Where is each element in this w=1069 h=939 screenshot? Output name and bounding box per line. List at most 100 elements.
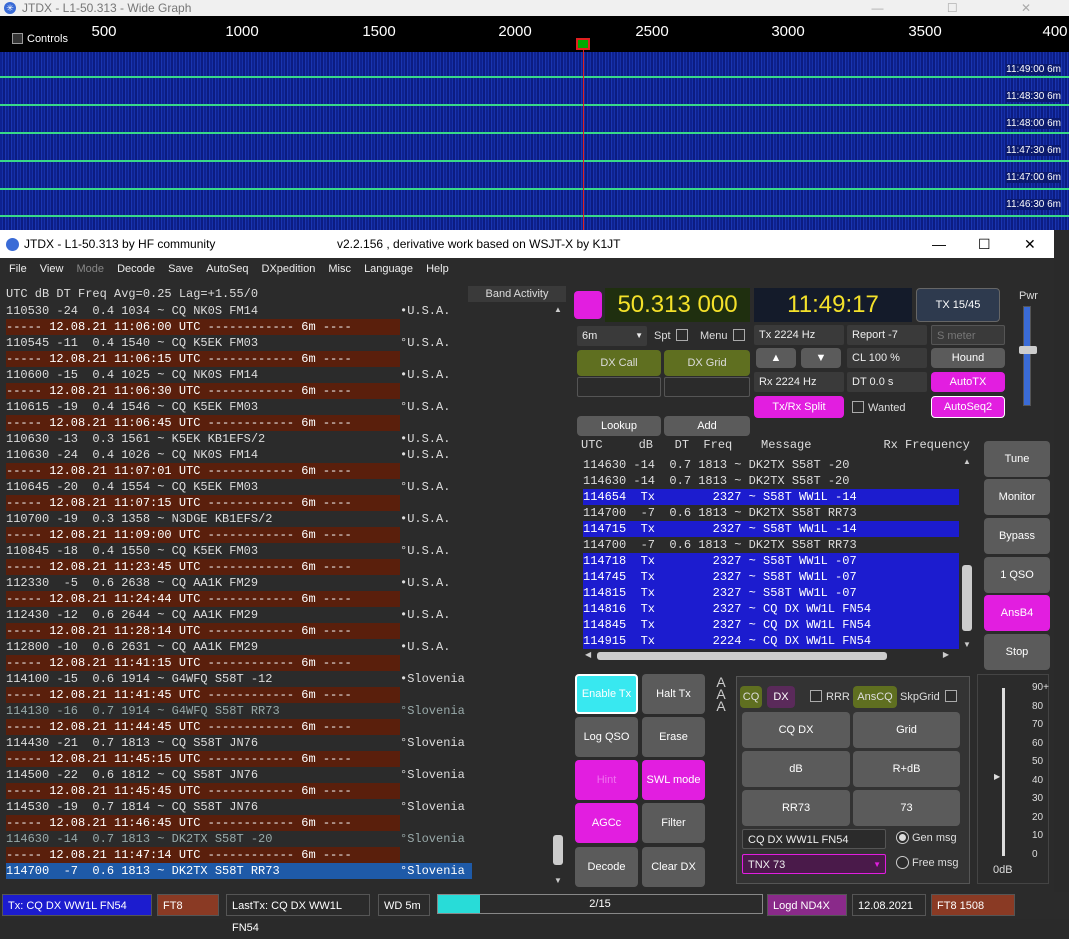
waterfall[interactable]: 11:49:00 6m 11:48:30 6m 11:48:00 6m 11:4… xyxy=(0,52,1069,230)
band-activity-row[interactable]: 114500 -22 0.6 1812 ~ CQ S58T JN76 °Slove… xyxy=(6,767,546,783)
band-activity-button[interactable]: Band Activity xyxy=(468,286,566,302)
band-activity-row[interactable]: 114430 -21 0.7 1813 ~ CQ S58T JN76 °Slove… xyxy=(6,735,546,751)
add-button[interactable]: Add xyxy=(664,416,750,436)
window-buttons[interactable]: — ☐ ✕ xyxy=(872,0,1061,16)
band-activity-row[interactable]: 110645 -20 0.4 1554 ~ CQ K5EK FM03 °U.S.A… xyxy=(6,479,546,495)
band-activity-row[interactable]: 110600 -15 0.4 1025 ~ CQ NK0S FM14 •U.S.A… xyxy=(6,367,546,383)
dx-toggle[interactable]: DX xyxy=(767,686,795,708)
menu-autoseq[interactable]: AutoSeq xyxy=(206,263,248,275)
band-activity-row[interactable]: 110845 -18 0.4 1550 ~ CQ K5EK FM03 °U.S.A… xyxy=(6,543,546,559)
rx-row[interactable]: 114815 Tx 2327 ~ S58T WW1L -07 xyxy=(583,585,959,601)
band-activity-row[interactable]: 114100 -15 0.6 1914 ~ G4WFQ S58T -12 •Slo… xyxy=(6,671,546,687)
gen-msg-field[interactable]: CQ DX WW1L FN54 xyxy=(742,829,886,849)
lookup-button[interactable]: Lookup xyxy=(577,416,661,436)
tx-period-button[interactable]: TX 15/45 xyxy=(916,288,1000,322)
decode-button[interactable]: Decode xyxy=(575,847,638,887)
scrollbar-thumb[interactable] xyxy=(962,565,972,631)
log-qso-button[interactable]: Log QSO xyxy=(575,717,638,757)
gen-msg-radio[interactable]: Gen msg xyxy=(896,831,957,844)
rx-frequency-field[interactable]: Rx 2224 Hz xyxy=(754,372,844,392)
rx-row[interactable]: 114718 Tx 2327 ~ S58T WW1L -07 xyxy=(583,553,959,569)
dx-call-input[interactable] xyxy=(577,377,661,397)
band-activity-list[interactable]: 110530 -24 0.4 1034 ~ CQ NK0S FM14 •U.S.A… xyxy=(6,303,546,883)
skpgrid-checkbox[interactable]: SkpGrid xyxy=(900,690,957,703)
menu-dxpedition[interactable]: DXpedition xyxy=(262,263,316,275)
rx-row[interactable]: 114745 Tx 2327 ~ S58T WW1L -07 xyxy=(583,569,959,585)
tx-frequency-field[interactable]: Tx 2224 Hz xyxy=(754,325,844,345)
rx-row[interactable]: 114700 -7 0.6 1813 ~ DK2TX S58T RR73 xyxy=(583,537,959,553)
cl-field[interactable]: CL 100 % xyxy=(847,348,927,368)
band-activity-row[interactable]: 110630 -13 0.3 1561 ~ K5EK KB1EFS/2 •U.S.… xyxy=(6,431,546,447)
rx-horizontal-scrollbar[interactable]: ◀ ▶ xyxy=(583,650,973,662)
menu-mode[interactable]: Mode xyxy=(77,263,105,275)
rx-row[interactable]: 114715 Tx 2327 ~ S58T WW1L -14 xyxy=(583,521,959,537)
tune-button[interactable]: Tune xyxy=(984,441,1050,477)
rx-row[interactable]: 114630 -14 0.7 1813 ~ DK2TX S58T -20 xyxy=(583,473,959,489)
rr73-button[interactable]: RR73 xyxy=(742,790,850,826)
wanted-checkbox[interactable]: Wanted xyxy=(852,401,906,414)
band-activity-row[interactable]: 110615 -19 0.4 1546 ~ CQ K5EK FM03 °U.S.A… xyxy=(6,399,546,415)
close-icon[interactable]: ✕ xyxy=(1024,230,1036,258)
hound-button[interactable]: Hound xyxy=(931,348,1005,368)
rx-row[interactable]: 114630 -14 0.7 1813 ~ DK2TX S58T -20 xyxy=(583,457,959,473)
rrr-checkbox[interactable]: RRR xyxy=(810,690,850,703)
seventy-three-button[interactable]: 73 xyxy=(853,790,960,826)
band-activity-row[interactable]: 112330 -5 0.6 2638 ~ CQ AA1K FM29 •U.S.A. xyxy=(6,575,546,591)
scrollbar-thumb[interactable] xyxy=(553,835,563,865)
dx-grid-button[interactable]: DX Grid xyxy=(664,350,750,376)
band-activity-row[interactable]: 110530 -24 0.4 1034 ~ CQ NK0S FM14 •U.S.A… xyxy=(6,303,546,319)
rx-frequency-list[interactable]: 114630 -14 0.7 1813 ~ DK2TX S58T -20 1146… xyxy=(583,457,959,649)
autotx-button[interactable]: AutoTX xyxy=(931,372,1005,392)
erase-button[interactable]: Erase xyxy=(642,717,705,757)
scrollbar-thumb[interactable] xyxy=(597,652,887,660)
filter-button[interactable]: Filter xyxy=(642,803,705,843)
r-db-button[interactable]: R+dB xyxy=(853,751,960,787)
cq-toggle[interactable]: CQ xyxy=(740,686,762,708)
agcc-button[interactable]: AGCc xyxy=(575,803,638,843)
down-icon[interactable]: ▼ xyxy=(801,348,841,368)
clear-dx-button[interactable]: Clear DX xyxy=(642,847,705,887)
band-activity-row[interactable]: 114530 -19 0.7 1814 ~ CQ S58T JN76 °Slove… xyxy=(6,799,546,815)
menu-file[interactable]: File xyxy=(9,263,27,275)
menu-save[interactable]: Save xyxy=(168,263,193,275)
band-activity-row[interactable]: 114700 -7 0.6 1813 ~ DK2TX S58T RR73 °Slo… xyxy=(6,863,472,879)
report-field[interactable]: Report -7 xyxy=(847,325,927,345)
autoseq2-button[interactable]: AutoSeq2 xyxy=(931,396,1005,418)
free-msg-select[interactable]: TNX 73 ▼ xyxy=(742,854,886,874)
band-activity-scrollbar[interactable]: ▲ ▼ xyxy=(552,305,564,885)
ansb4-button[interactable]: AnsB4 xyxy=(984,595,1050,631)
up-icon[interactable]: ▲ xyxy=(756,348,796,368)
rx-row[interactable]: 114700 -7 0.6 1813 ~ DK2TX S58T RR73 xyxy=(583,505,959,521)
dx-call-button[interactable]: DX Call xyxy=(577,350,661,376)
hint-button[interactable]: Hint xyxy=(575,760,638,800)
power-slider-handle[interactable] xyxy=(1019,346,1037,354)
spt-checkbox[interactable]: Spt xyxy=(654,329,688,342)
band-activity-row[interactable]: 110700 -19 0.3 1358 ~ N3DGE KB1EFS/2 •U.S… xyxy=(6,511,546,527)
swl-mode-button[interactable]: SWL mode xyxy=(642,760,705,800)
free-msg-radio[interactable]: Free msg xyxy=(896,856,958,869)
dial-frequency[interactable]: 50.313 000 xyxy=(605,288,750,322)
band-activity-row[interactable]: 112800 -10 0.6 2631 ~ CQ AA1K FM29 •U.S.A… xyxy=(6,639,546,655)
menu-language[interactable]: Language xyxy=(364,263,413,275)
menu-help[interactable]: Help xyxy=(426,263,449,275)
rx-frequency-scrollbar[interactable]: ▲ ▼ xyxy=(960,457,974,649)
band-activity-row[interactable]: 112430 -12 0.6 2644 ~ CQ AA1K FM29 •U.S.A… xyxy=(6,607,546,623)
minimize-icon[interactable]: — xyxy=(932,230,946,258)
dx-grid-input[interactable] xyxy=(664,377,750,397)
tx-rx-split-button[interactable]: Tx/Rx Split xyxy=(754,396,844,418)
power-slider-track[interactable] xyxy=(1023,306,1031,406)
stop-button[interactable]: Stop xyxy=(984,634,1050,670)
bypass-button[interactable]: Bypass xyxy=(984,518,1050,554)
maximize-icon[interactable]: ☐ xyxy=(978,230,991,258)
menu-checkbox[interactable]: Menu xyxy=(700,329,745,342)
anscq-button[interactable]: AnsCQ xyxy=(853,686,897,708)
halt-tx-button[interactable]: Halt Tx xyxy=(642,674,705,714)
band-activity-row[interactable]: 110630 -24 0.4 1026 ~ CQ NK0S FM14 •U.S.A… xyxy=(6,447,546,463)
menu-decode[interactable]: Decode xyxy=(117,263,155,275)
rx-row[interactable]: 114816 Tx 2327 ~ CQ DX WW1L FN54 xyxy=(583,601,959,617)
rx-row[interactable]: 114654 Tx 2327 ~ S58T WW1L -14 xyxy=(583,489,959,505)
band-activity-row[interactable]: 114630 -14 0.7 1813 ~ DK2TX S58T -20 °Slo… xyxy=(6,831,546,847)
band-select[interactable]: 6m ▼ xyxy=(577,326,647,346)
menu-misc[interactable]: Misc xyxy=(328,263,351,275)
band-activity-row[interactable]: 114130 -16 0.7 1914 ~ G4WFQ S58T RR73 °Sl… xyxy=(6,703,546,719)
